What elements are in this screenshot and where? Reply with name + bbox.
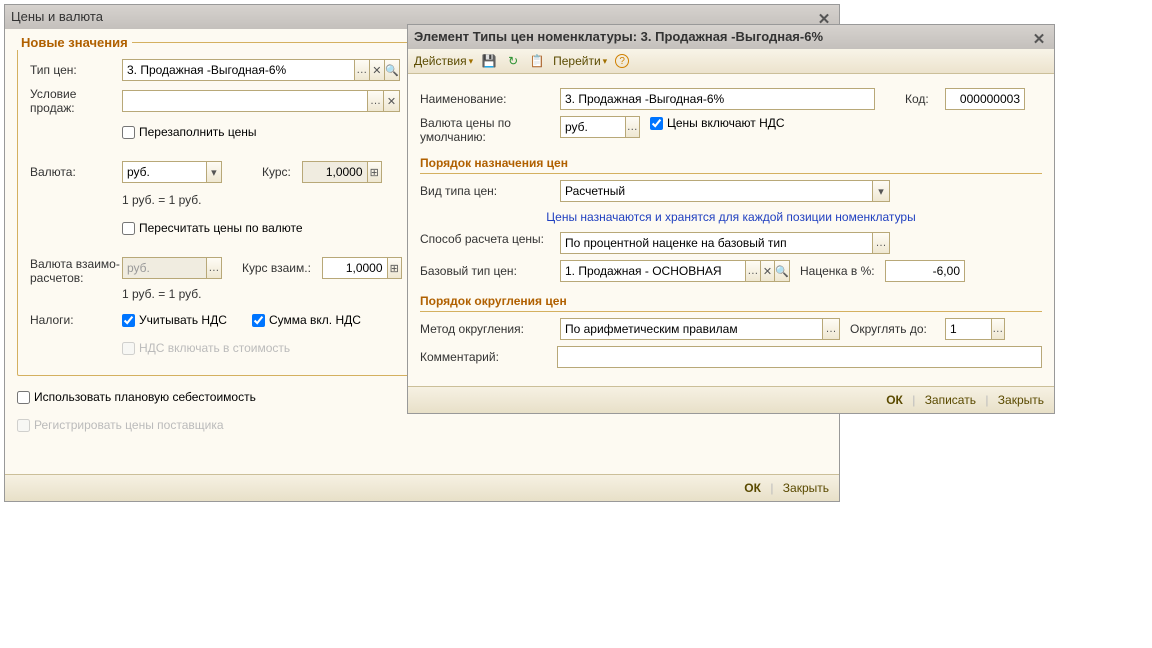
window-title: Цены и валюта — [11, 5, 103, 29]
tax-vat-checkbox[interactable]: Учитывать НДС — [122, 313, 252, 327]
currency-label: Валюта: — [30, 165, 122, 179]
footer: ОК | Записать | Закрыть — [408, 386, 1054, 413]
search-icon[interactable]: 🔍 — [774, 261, 789, 281]
refresh-icon[interactable]: ↻ — [505, 53, 521, 69]
rate-input[interactable] — [303, 162, 367, 182]
code-field[interactable] — [945, 88, 1025, 110]
section-round: Порядок округления цен — [420, 294, 1042, 312]
mutcurr-input[interactable] — [123, 258, 206, 278]
ellipsis-button[interactable]: … — [354, 60, 369, 80]
footer: ОК | Закрыть — [5, 474, 839, 501]
ellipsis-button[interactable]: … — [625, 117, 639, 137]
round-label: Метод округления: — [420, 322, 560, 336]
condition-field[interactable]: … ✕ — [122, 90, 400, 112]
search-icon[interactable]: 🔍 — [384, 60, 399, 80]
actions-menu[interactable]: Действия▾ — [414, 54, 473, 68]
comment-input[interactable] — [558, 347, 1041, 367]
save-button[interactable]: Записать — [925, 393, 976, 407]
method-input[interactable] — [561, 233, 872, 253]
window-title: Элемент Типы цен номенклатуры: 3. Продаж… — [414, 25, 823, 49]
ok-button[interactable]: ОК — [886, 393, 903, 407]
price-type-input[interactable] — [123, 60, 354, 80]
close-button[interactable]: Закрыть — [783, 481, 829, 495]
kind-label: Вид типа цен: — [420, 184, 560, 198]
defcurr-label: Валюта цены по умолчанию: — [420, 116, 560, 144]
comment-label: Комментарий: — [420, 350, 557, 364]
rate-hint: 1 руб. = 1 руб. — [122, 193, 201, 207]
condition-input[interactable] — [123, 91, 367, 111]
price-type-label: Тип цен: — [30, 63, 122, 77]
close-button[interactable]: Закрыть — [998, 393, 1044, 407]
name-label: Наименование: — [420, 92, 560, 106]
currency-field[interactable]: ▾ — [122, 161, 222, 183]
mutcurr-label: Валюта взаимо-расчетов: — [30, 257, 122, 285]
price-type-field[interactable]: … ✕ 🔍 — [122, 59, 400, 81]
tax-sum-checkbox[interactable]: Сумма вкл. НДС — [252, 313, 361, 327]
mutcurr-field[interactable]: … — [122, 257, 222, 279]
dropdown-icon[interactable]: ▾ — [206, 162, 221, 182]
rate-field[interactable]: ⊞ — [302, 161, 382, 183]
titlebar: Элемент Типы цен номенклатуры: 3. Продаж… — [408, 25, 1054, 49]
calc-icon[interactable]: ⊞ — [367, 162, 381, 182]
ok-button[interactable]: ОК — [744, 481, 761, 495]
assign-hint: Цены назначаются и хранятся для каждой п… — [420, 210, 1042, 224]
kind-input[interactable] — [561, 181, 872, 201]
currency-input[interactable] — [123, 162, 206, 182]
price-type-element-window: Элемент Типы цен номенклатуры: 3. Продаж… — [407, 24, 1055, 414]
ellipsis-button[interactable]: … — [872, 233, 889, 253]
defcurr-field[interactable]: … — [560, 116, 640, 138]
incvat-checkbox[interactable]: Цены включают НДС — [650, 116, 785, 130]
goto-menu[interactable]: Перейти▾ — [553, 54, 607, 68]
section-assign: Порядок назначения цен — [420, 156, 1042, 174]
kind-field[interactable]: ▾ — [560, 180, 890, 202]
report-icon[interactable]: 📋 — [529, 53, 545, 69]
rate-label: Курс: — [262, 165, 302, 179]
clear-icon[interactable]: ✕ — [369, 60, 384, 80]
ellipsis-button[interactable]: … — [745, 261, 760, 281]
base-input[interactable] — [561, 261, 745, 281]
ellipsis-button[interactable]: … — [367, 91, 383, 111]
defcurr-input[interactable] — [561, 117, 625, 137]
base-label: Базовый тип цен: — [420, 264, 560, 278]
roundto-field[interactable]: … — [945, 318, 1005, 340]
calc-icon[interactable]: ⊞ — [387, 258, 401, 278]
clear-icon[interactable]: ✕ — [760, 261, 775, 281]
condition-label: Условие продаж: — [30, 87, 122, 115]
ellipsis-button[interactable]: … — [822, 319, 839, 339]
refill-prices-checkbox[interactable]: Перезаполнить цены — [122, 125, 257, 139]
round-input[interactable] — [561, 319, 822, 339]
markup-input[interactable] — [886, 261, 964, 281]
tax-incl-checkbox: НДС включать в стоимость — [122, 341, 290, 355]
close-icon[interactable]: ✕ — [1030, 28, 1048, 46]
mutrate-hint: 1 руб. = 1 руб. — [122, 287, 402, 301]
taxes-label: Налоги: — [30, 313, 122, 327]
method-label: Способ расчета цены: — [420, 232, 560, 246]
markup-label: Наценка в %: — [800, 264, 885, 278]
name-field[interactable] — [560, 88, 875, 110]
use-plan-cost-checkbox[interactable]: Использовать плановую себестоимость — [17, 390, 256, 404]
recalc-checkbox[interactable]: Пересчитать цены по валюте — [122, 221, 303, 235]
markup-field[interactable] — [885, 260, 965, 282]
mutrate-label: Курс взаим.: — [242, 261, 322, 275]
roundto-label: Округлять до: — [850, 322, 945, 336]
roundto-input[interactable] — [946, 319, 991, 339]
base-field[interactable]: … ✕ 🔍 — [560, 260, 790, 282]
reg-supplier-checkbox: Регистрировать цены поставщика — [17, 418, 224, 432]
comment-field[interactable] — [557, 346, 1042, 368]
ellipsis-button[interactable]: … — [991, 319, 1004, 339]
method-field[interactable]: … — [560, 232, 890, 254]
name-input[interactable] — [561, 89, 874, 109]
save-icon[interactable]: 💾 — [481, 53, 497, 69]
code-label: Код: — [905, 92, 945, 106]
dropdown-icon[interactable]: ▾ — [872, 181, 889, 201]
clear-icon[interactable]: ✕ — [383, 91, 399, 111]
toolbar: Действия▾ 💾 ↻ 📋 Перейти▾ ? — [408, 49, 1054, 74]
code-input[interactable] — [946, 89, 1024, 109]
round-field[interactable]: … — [560, 318, 840, 340]
mutrate-field[interactable]: ⊞ — [322, 257, 402, 279]
ellipsis-button[interactable]: … — [206, 258, 221, 278]
mutrate-input[interactable] — [323, 258, 387, 278]
help-icon[interactable]: ? — [615, 54, 629, 68]
group-title: Новые значения — [17, 35, 132, 50]
